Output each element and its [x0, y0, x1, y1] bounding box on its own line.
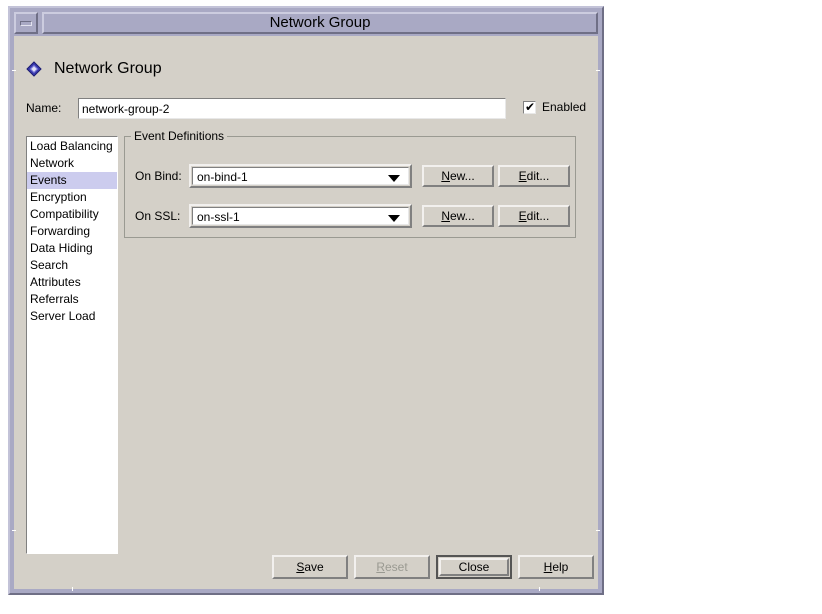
on-ssl-label: On SSL: — [135, 209, 181, 223]
edit-on-ssl-label: dit... — [526, 209, 550, 223]
resize-handle-right[interactable] — [539, 587, 540, 591]
resize-handle-left[interactable] — [72, 587, 73, 591]
chevron-down-icon[interactable] — [388, 215, 400, 222]
new-on-ssl-button[interactable]: New... — [422, 205, 494, 227]
on-ssl-combobox[interactable]: on-ssl-1 — [189, 204, 412, 228]
enabled-checkbox-group[interactable]: ✔ Enabled — [523, 100, 586, 114]
on-ssl-row: On SSL: on-ssl-1 New... Edit... — [125, 204, 575, 228]
enabled-label: Enabled — [542, 100, 587, 114]
resize-handle-top-left[interactable] — [12, 70, 16, 71]
new-on-ssl-mnemonic: N — [441, 209, 450, 223]
new-on-bind-button[interactable]: New... — [422, 165, 494, 187]
edit-on-ssl-button[interactable]: Edit... — [498, 205, 570, 227]
save-label: ave — [304, 560, 324, 574]
on-bind-value: on-bind-1 — [197, 170, 248, 184]
on-ssl-value: on-ssl-1 — [197, 210, 240, 224]
window-title-bar[interactable]: Network Group — [42, 12, 598, 34]
sidebar-item-load-balancing[interactable]: Load Balancing — [27, 138, 117, 155]
help-button[interactable]: Help — [518, 555, 594, 579]
reset-mnemonic: R — [376, 560, 385, 574]
new-on-bind-mnemonic: N — [441, 169, 450, 183]
close-label: Close — [458, 560, 490, 574]
sidebar-item-forwarding[interactable]: Forwarding — [27, 223, 117, 240]
edit-on-bind-mnemonic: E — [518, 169, 527, 183]
name-label: Name: — [26, 101, 62, 115]
save-button[interactable]: Save — [272, 555, 348, 579]
new-on-ssl-label: ew... — [449, 209, 475, 223]
reset-button: Reset — [354, 555, 430, 579]
title-row: Network Group — [14, 12, 598, 34]
minimize-icon — [20, 21, 32, 26]
help-mnemonic: H — [543, 560, 553, 574]
edit-on-bind-label: dit... — [526, 169, 550, 183]
category-list[interactable]: Load Balancing Network Events Encryption Com… — [26, 136, 118, 554]
sidebar-item-encryption[interactable]: Encryption — [27, 189, 117, 206]
checkmark-icon: ✔ — [525, 99, 536, 114]
resize-handle-bottom-right[interactable] — [596, 530, 600, 531]
dialog-button-bar: Save Reset Close Help — [14, 555, 598, 579]
edit-on-ssl-mnemonic: E — [518, 209, 527, 223]
close-button[interactable]: Close — [436, 555, 512, 579]
window-frame: Network Group Network Group Name: ✔ — [8, 6, 604, 595]
sidebar-item-data-hiding[interactable]: Data Hiding — [27, 240, 117, 257]
sidebar-item-server-load[interactable]: Server Load — [27, 308, 117, 325]
chevron-down-icon[interactable] — [388, 175, 400, 182]
resize-handle-bottom-left[interactable] — [12, 530, 16, 531]
event-definitions-title: Event Definitions — [131, 129, 228, 143]
sidebar-item-network[interactable]: Network — [27, 155, 117, 172]
on-bind-label: On Bind: — [135, 169, 182, 183]
name-row: Name: ✔ Enabled — [26, 98, 586, 120]
on-bind-combobox-field: on-bind-1 — [192, 167, 409, 185]
event-definitions-group: Event Definitions On Bind: on-bind-1 New… — [124, 129, 576, 238]
new-on-bind-label: ew... — [449, 169, 475, 183]
name-input[interactable] — [78, 98, 506, 119]
edit-on-bind-button[interactable]: Edit... — [498, 165, 570, 187]
sidebar-item-events[interactable]: Events — [27, 172, 117, 189]
help-label: elp — [552, 560, 569, 574]
on-bind-combobox[interactable]: on-bind-1 — [189, 164, 412, 188]
sidebar-item-compatibility[interactable]: Compatibility — [27, 206, 117, 223]
sidebar-item-attributes[interactable]: Attributes — [27, 274, 117, 291]
save-mnemonic: S — [296, 560, 305, 574]
minimize-button[interactable] — [14, 12, 38, 34]
page-header: Network Group — [26, 56, 162, 82]
window-title: Network Group — [269, 14, 371, 31]
on-bind-row: On Bind: on-bind-1 New... Edit... — [125, 164, 575, 188]
enabled-checkbox[interactable]: ✔ — [523, 99, 536, 114]
page-title: Network Group — [54, 60, 162, 77]
sidebar-item-referrals[interactable]: Referrals — [27, 291, 117, 308]
dialog-client-area: Network Group Name: ✔ Enabled Load Balan… — [14, 36, 598, 589]
on-ssl-combobox-field: on-ssl-1 — [192, 207, 409, 225]
resize-handle-top-right[interactable] — [596, 70, 600, 71]
blue-diamond-icon — [26, 61, 42, 77]
reset-label: eset — [384, 560, 408, 574]
sidebar-item-search[interactable]: Search — [27, 257, 117, 274]
